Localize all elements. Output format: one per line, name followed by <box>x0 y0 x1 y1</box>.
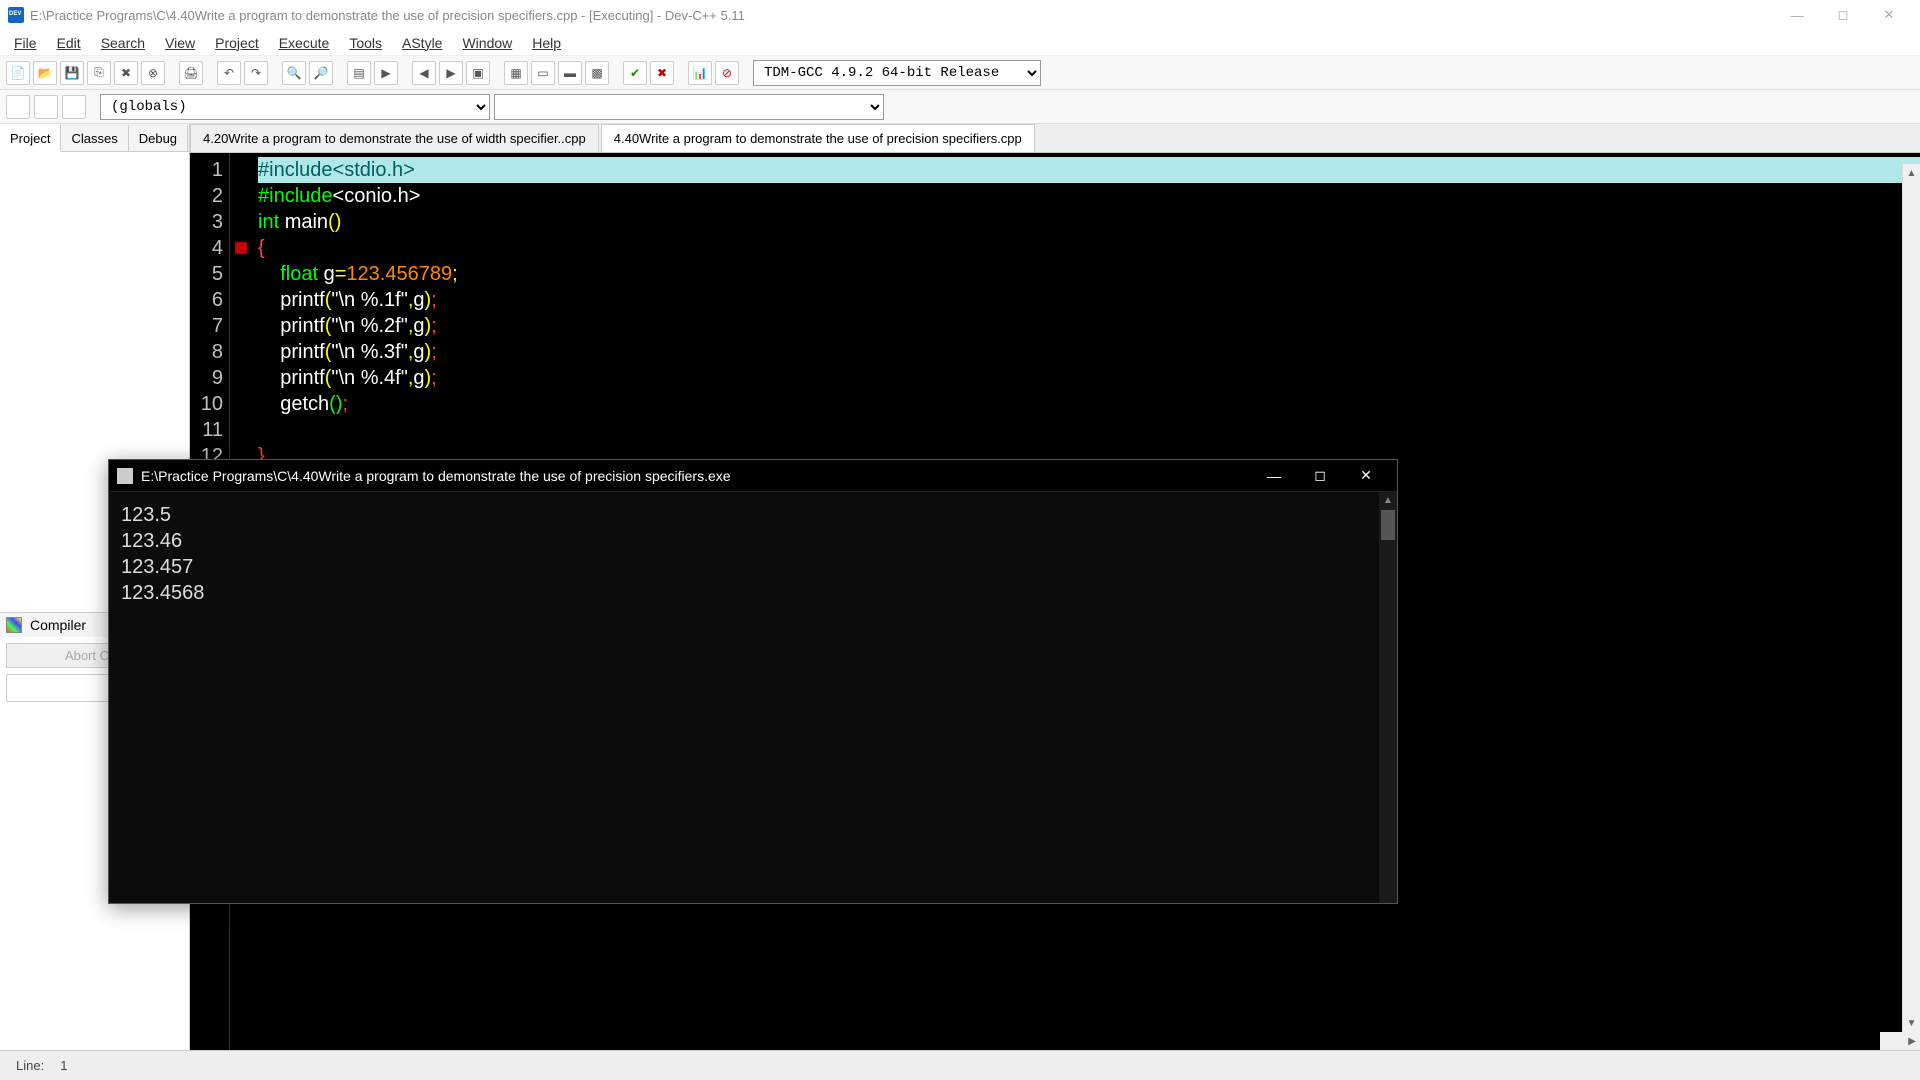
scope-select[interactable]: (globals) <box>100 94 490 120</box>
app-icon <box>8 7 24 23</box>
toolbar-secondary: (globals) <box>0 90 1920 124</box>
menu-execute[interactable]: Execute <box>269 33 340 53</box>
editor-scrollbar-horizontal-end[interactable]: ▶ <box>1880 1032 1920 1050</box>
toggle-button[interactable] <box>62 95 86 119</box>
save-button[interactable]: 💾 <box>60 61 84 85</box>
debug-delete-button[interactable]: ⊘ <box>715 61 739 85</box>
compiler-icon <box>6 617 22 633</box>
console-icon <box>117 468 133 484</box>
statusbar: Line: 1 <box>0 1050 1920 1080</box>
console-scroll-up-icon[interactable]: ▲ <box>1379 492 1397 510</box>
console-title: E:\Practice Programs\C\4.40Write a progr… <box>141 468 731 484</box>
status-line-value: 1 <box>52 1058 75 1073</box>
side-tab-debug[interactable]: Debug <box>129 124 188 151</box>
open-file-button[interactable]: 📂 <box>33 61 57 85</box>
menu-file[interactable]: File <box>4 33 47 53</box>
compile-run-button[interactable]: ▬ <box>558 61 582 85</box>
side-tab-classes[interactable]: Classes <box>61 124 128 151</box>
close-file-button[interactable]: ✖ <box>114 61 138 85</box>
close-button[interactable]: ✕ <box>1866 0 1912 30</box>
menu-search[interactable]: Search <box>91 33 155 53</box>
console-titlebar[interactable]: E:\Practice Programs\C\4.40Write a progr… <box>109 460 1397 492</box>
window-title: E:\Practice Programs\C\4.40Write a progr… <box>30 8 745 23</box>
menu-project[interactable]: Project <box>205 33 269 53</box>
replace-button[interactable]: 🔎 <box>309 61 333 85</box>
console-window: E:\Practice Programs\C\4.40Write a progr… <box>108 459 1398 904</box>
file-tabs: 4.20Write a program to demonstrate the u… <box>190 124 1920 153</box>
menubar: File Edit Search View Project Execute To… <box>0 30 1920 56</box>
side-tabs: Project Classes Debug <box>0 124 189 152</box>
menu-window[interactable]: Window <box>452 33 522 53</box>
goto-bookmark-button[interactable]: ▶ <box>374 61 398 85</box>
profile-button[interactable]: 📊 <box>688 61 712 85</box>
print-button[interactable]: 🖨 <box>179 61 203 85</box>
status-line-label: Line: <box>8 1058 52 1073</box>
back-button[interactable]: ◀ <box>412 61 436 85</box>
insert-button[interactable] <box>34 95 58 119</box>
maximize-button[interactable]: ◻ <box>1820 0 1866 30</box>
console-minimize-button[interactable]: — <box>1251 460 1297 492</box>
titlebar: E:\Practice Programs\C\4.40Write a progr… <box>0 0 1920 30</box>
goto-line-button[interactable]: ▣ <box>466 61 490 85</box>
console-output[interactable]: ▲ 123.5 123.46 123.457 123.4568 <box>109 492 1397 903</box>
menu-help[interactable]: Help <box>522 33 571 53</box>
stop-button[interactable]: ✖ <box>650 61 674 85</box>
bottom-tab-compiler[interactable]: Compiler <box>30 617 86 633</box>
file-tab-0[interactable]: 4.20Write a program to demonstrate the u… <box>190 124 599 152</box>
syntax-check-button[interactable]: ✔ <box>623 61 647 85</box>
toggle-bookmark-button[interactable]: ▤ <box>347 61 371 85</box>
scroll-up-icon[interactable]: ▲ <box>1903 164 1920 182</box>
redo-button[interactable]: ↷ <box>244 61 268 85</box>
find-button[interactable]: 🔍 <box>282 61 306 85</box>
undo-button[interactable]: ↶ <box>217 61 241 85</box>
console-scrollbar[interactable]: ▲ <box>1379 492 1397 903</box>
file-tab-1[interactable]: 4.40Write a program to demonstrate the u… <box>601 124 1035 152</box>
menu-view[interactable]: View <box>155 33 205 53</box>
console-maximize-button[interactable]: ◻ <box>1297 460 1343 492</box>
member-select[interactable] <box>494 94 884 120</box>
console-close-button[interactable]: ✕ <box>1343 460 1389 492</box>
menu-tools[interactable]: Tools <box>339 33 392 53</box>
toolbar-main: 📄 📂 💾 ⎘ ✖ ⊗ 🖨 ↶ ↷ 🔍 🔎 ▤ ▶ ◀ ▶ ▣ ▦ ▭ ▬ ▩ … <box>0 56 1920 90</box>
new-project-button[interactable] <box>6 95 30 119</box>
side-tab-project[interactable]: Project <box>0 124 61 152</box>
console-scroll-thumb[interactable] <box>1381 510 1395 540</box>
menu-edit[interactable]: Edit <box>47 33 91 53</box>
minimize-button[interactable]: — <box>1774 0 1820 30</box>
compile-button[interactable]: ▦ <box>504 61 528 85</box>
menu-astyle[interactable]: AStyle <box>392 33 452 53</box>
forward-button[interactable]: ▶ <box>439 61 463 85</box>
run-button[interactable]: ▭ <box>531 61 555 85</box>
new-file-button[interactable]: 📄 <box>6 61 30 85</box>
editor-scrollbar-vertical[interactable]: ▲ ▼ <box>1902 164 1920 1050</box>
close-all-button[interactable]: ⊗ <box>141 61 165 85</box>
scroll-down-icon[interactable]: ▼ <box>1903 1014 1920 1032</box>
save-all-button[interactable]: ⎘ <box>87 61 111 85</box>
rebuild-button[interactable]: ▩ <box>585 61 609 85</box>
compiler-select[interactable]: TDM-GCC 4.9.2 64-bit Release <box>753 60 1041 86</box>
